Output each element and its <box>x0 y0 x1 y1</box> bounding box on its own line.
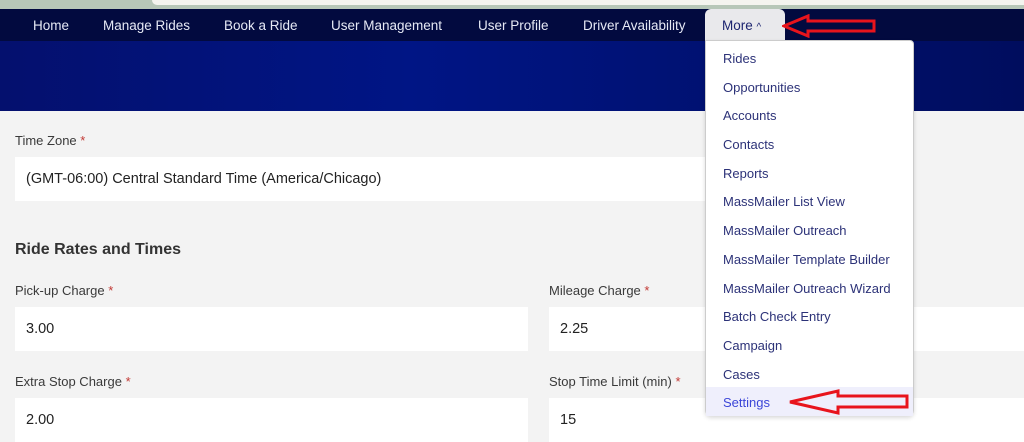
annotation-arrow-settings <box>789 389 909 415</box>
nav-manage-rides[interactable]: Manage Rides <box>103 18 190 33</box>
nav-home[interactable]: Home <box>33 18 69 33</box>
browser-strip <box>0 0 1024 9</box>
more-label: More <box>722 18 753 33</box>
address-bar[interactable] <box>152 0 1024 5</box>
menu-item-campaign[interactable]: Campaign <box>706 330 913 359</box>
menu-item-massmailer-template-builder[interactable]: MassMailer Template Builder <box>706 244 913 273</box>
menu-item-massmailer-outreach[interactable]: MassMailer Outreach <box>706 215 913 244</box>
extra-stop-charge-input[interactable]: 2.00 <box>15 398 528 442</box>
menu-item-massmailer-list-view[interactable]: MassMailer List View <box>706 186 913 215</box>
menu-item-massmailer-outreach-wizard[interactable]: MassMailer Outreach Wizard <box>706 273 913 302</box>
section-title: Ride Rates and Times <box>15 241 181 258</box>
time-zone-select[interactable]: (GMT-06:00) Central Standard Time (Ameri… <box>15 157 715 201</box>
pickup-label: Pick-up Charge * <box>15 283 114 298</box>
nav-user-management[interactable]: User Management <box>331 18 442 33</box>
pickup-charge-input[interactable]: 3.00 <box>15 307 528 351</box>
nav-book-a-ride[interactable]: Book a Ride <box>224 18 298 33</box>
extra-stop-label: Extra Stop Charge * <box>15 374 131 389</box>
annotation-arrow-more <box>782 14 876 38</box>
menu-item-reports[interactable]: Reports <box>706 158 913 187</box>
menu-item-batch-check-entry[interactable]: Batch Check Entry <box>706 301 913 330</box>
menu-item-opportunities[interactable]: Opportunities <box>706 72 913 101</box>
nav-user-profile[interactable]: User Profile <box>478 18 549 33</box>
menu-item-contacts[interactable]: Contacts <box>706 129 913 158</box>
nav-more-button[interactable]: More ^ <box>705 9 785 41</box>
menu-item-cases[interactable]: Cases <box>706 359 913 388</box>
nav-driver-availability[interactable]: Driver Availability <box>583 18 686 33</box>
stop-time-label: Stop Time Limit (min) * <box>549 374 681 389</box>
mileage-label: Mileage Charge * <box>549 283 650 298</box>
chevron-up-icon: ^ <box>756 22 762 33</box>
menu-item-accounts[interactable]: Accounts <box>706 100 913 129</box>
time-zone-label: Time Zone * <box>15 133 86 148</box>
menu-item-rides[interactable]: Rides <box>706 43 913 72</box>
more-dropdown-menu: Rides Opportunities Accounts Contacts Re… <box>705 40 914 416</box>
